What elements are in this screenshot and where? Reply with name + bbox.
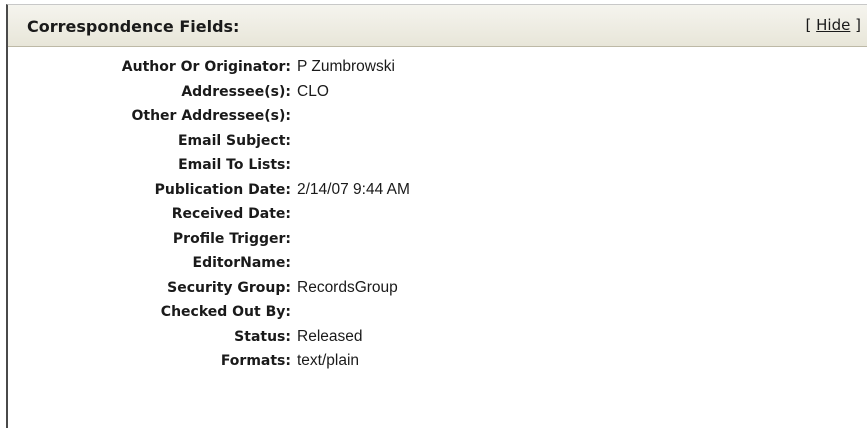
field-value: Released	[297, 327, 363, 345]
field-value: RecordsGroup	[297, 278, 398, 296]
toggle-open-bracket: [	[805, 16, 812, 34]
field-label: Status:	[234, 328, 291, 345]
section-title: Correspondence Fields:	[27, 17, 240, 36]
field-row-publication-date: Publication Date: 2/14/07 9:44 AM	[8, 180, 867, 205]
field-value: 2/14/07 9:44 AM	[297, 180, 410, 198]
field-row-email-subject: Email Subject:	[8, 131, 867, 156]
field-row-received-date: Received Date:	[8, 204, 867, 229]
field-row-editor-name: EditorName:	[8, 253, 867, 278]
field-label: Formats:	[220, 353, 291, 369]
field-label: Addressee(s):	[181, 83, 291, 100]
field-label: Email Subject:	[177, 132, 291, 149]
field-label: Email To Lists:	[178, 157, 291, 173]
field-row-checked-out-by: Checked Out By:	[8, 302, 867, 327]
field-label: Other Addressee(s):	[131, 108, 292, 124]
fields-list: Author Or Originator: P Zumbrowski Addre…	[8, 57, 867, 376]
correspondence-fields-panel: Correspondence Fields: [ Hide ] Author O…	[6, 4, 867, 428]
field-row-addressees: Addressee(s): CLO	[8, 82, 867, 107]
field-row-status: Status: Released	[8, 327, 867, 352]
field-value: text/plain	[297, 352, 360, 369]
toggle-close-bracket: ]	[855, 16, 861, 34]
hide-toggle: [ Hide ]	[806, 16, 861, 34]
field-label: Publication Date:	[154, 181, 291, 198]
field-row-other-addressees: Other Addressee(s):	[8, 106, 867, 131]
field-row-security-group: Security Group: RecordsGroup	[8, 278, 867, 303]
field-row-author: Author Or Originator: P Zumbrowski	[8, 57, 867, 82]
field-row-email-to-lists: Email To Lists:	[8, 155, 867, 180]
field-row-formats: Formats: text/plain	[8, 351, 867, 376]
field-value: P Zumbrowski	[297, 58, 395, 75]
field-label: Profile Trigger:	[172, 230, 291, 247]
field-label: Author Or Originator:	[121, 59, 291, 75]
hide-link[interactable]: Hide	[816, 16, 850, 34]
section-header: Correspondence Fields: [ Hide ]	[8, 5, 867, 47]
field-label: Received Date:	[171, 206, 291, 222]
field-row-profile-trigger: Profile Trigger:	[8, 229, 867, 254]
field-label: Security Group:	[167, 279, 291, 296]
field-value: CLO	[297, 82, 329, 100]
field-label: EditorName:	[192, 255, 291, 271]
field-label: Checked Out By:	[160, 304, 291, 320]
